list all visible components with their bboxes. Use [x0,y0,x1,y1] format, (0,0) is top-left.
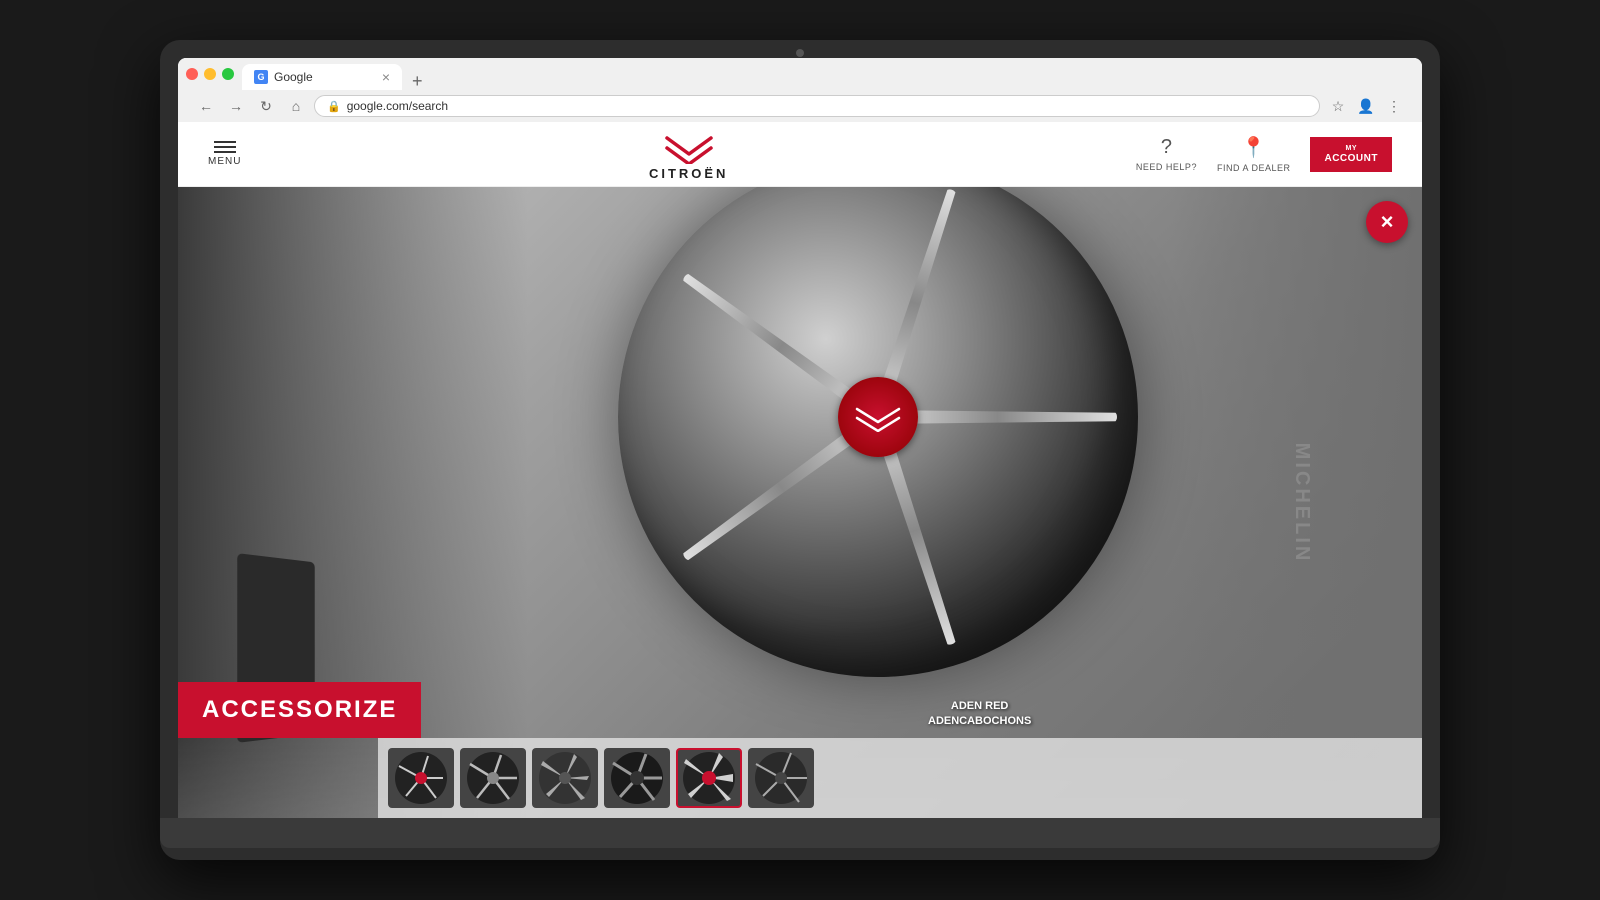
menu-dots-button[interactable]: ⋮ [1382,94,1406,118]
citroen-logo: CITROËN [649,128,729,181]
browser-window: G Google × + ← → ↻ ⌂ 🔒 google.com/search [178,58,1422,818]
laptop-shell: G Google × + ← → ↻ ⌂ 🔒 google.com/search [160,40,1440,860]
my-account-bottom-label: ACCOUNT [1324,153,1378,164]
tab-close-button[interactable]: × [382,69,390,85]
menu-line-2 [214,146,236,148]
maximize-traffic-light[interactable] [222,68,234,80]
help-icon: ? [1161,136,1172,159]
website-content: MENU CITROËN ? NEED HELP? [178,122,1422,818]
profile-button[interactable]: 👤 [1354,94,1378,118]
wheel-center-hub [838,377,918,457]
car-body-right: MICHELIN [1172,187,1422,818]
back-button[interactable]: ← [194,94,218,118]
michelin-text: MICHELIN [1290,442,1313,563]
tab-bar: G Google × + [242,64,429,90]
new-tab-button[interactable]: + [406,72,429,90]
camera-dot [796,49,804,57]
wheel-visualization [618,187,1138,677]
active-tab[interactable]: G Google × [242,64,402,90]
accessory-thumb-4[interactable] [604,748,670,808]
citroen-hub-logo [853,402,903,432]
accessory-thumb-5-active[interactable] [676,748,742,808]
close-button[interactable]: × [1366,201,1408,243]
citroen-chevron-icon [659,128,719,164]
citroen-navbar: MENU CITROËN ? NEED HELP? [178,122,1422,187]
accessory-name-label: ADEN RED ADENCABOCHONS [928,699,1031,728]
wheel-outer [618,187,1138,677]
need-help-label: NEED HELP? [1136,162,1197,172]
car-visualization: MICHELIN [178,187,1422,818]
menu-line-1 [214,141,236,143]
accessory-thumb-6[interactable] [748,748,814,808]
browser-actions: ☆ 👤 ⋮ [1326,94,1406,118]
bookmark-button[interactable]: ☆ [1326,94,1350,118]
menu-label: MENU [208,156,241,167]
accessorize-label: ACCESSORIZE [178,682,421,738]
url-bar[interactable]: 🔒 google.com/search [314,95,1320,117]
hamburger-menu[interactable]: MENU [208,141,241,167]
address-bar: ← → ↻ ⌂ 🔒 google.com/search ☆ 👤 ⋮ [186,90,1414,122]
lock-icon: 🔒 [327,100,341,113]
close-traffic-light[interactable] [186,68,198,80]
my-account-button[interactable]: MY ACCOUNT [1310,137,1392,172]
my-account-top-label: MY [1345,145,1357,152]
url-text: google.com/search [347,99,448,113]
minimize-traffic-light[interactable] [204,68,216,80]
find-dealer-label: FIND A DEALER [1217,163,1291,173]
reload-button[interactable]: ↻ [254,94,278,118]
home-button[interactable]: ⌂ [284,94,308,118]
traffic-lights [186,68,234,80]
location-icon: 📍 [1241,135,1266,160]
brand-name: CITROËN [649,166,729,181]
accessory-thumb-3[interactable] [532,748,598,808]
tab-favicon: G [254,70,268,84]
accessory-sublabel: ADENCABOCHONS [928,714,1031,728]
menu-line-3 [214,151,236,153]
accessory-thumb-1[interactable] [388,748,454,808]
tab-label: Google [274,70,313,84]
need-help-button[interactable]: ? NEED HELP? [1136,136,1197,172]
accessory-thumb-2[interactable] [460,748,526,808]
main-content-area: MICHELIN [178,187,1422,818]
nav-actions: ? NEED HELP? 📍 FIND A DEALER MY ACCOUNT [1136,135,1392,173]
find-dealer-button[interactable]: 📍 FIND A DEALER [1217,135,1291,173]
accessories-thumbnail-bar [378,738,1422,818]
browser-chrome: G Google × + ← → ↻ ⌂ 🔒 google.com/search [178,58,1422,122]
forward-button[interactable]: → [224,94,248,118]
accessory-name: ADEN RED [928,699,1031,713]
